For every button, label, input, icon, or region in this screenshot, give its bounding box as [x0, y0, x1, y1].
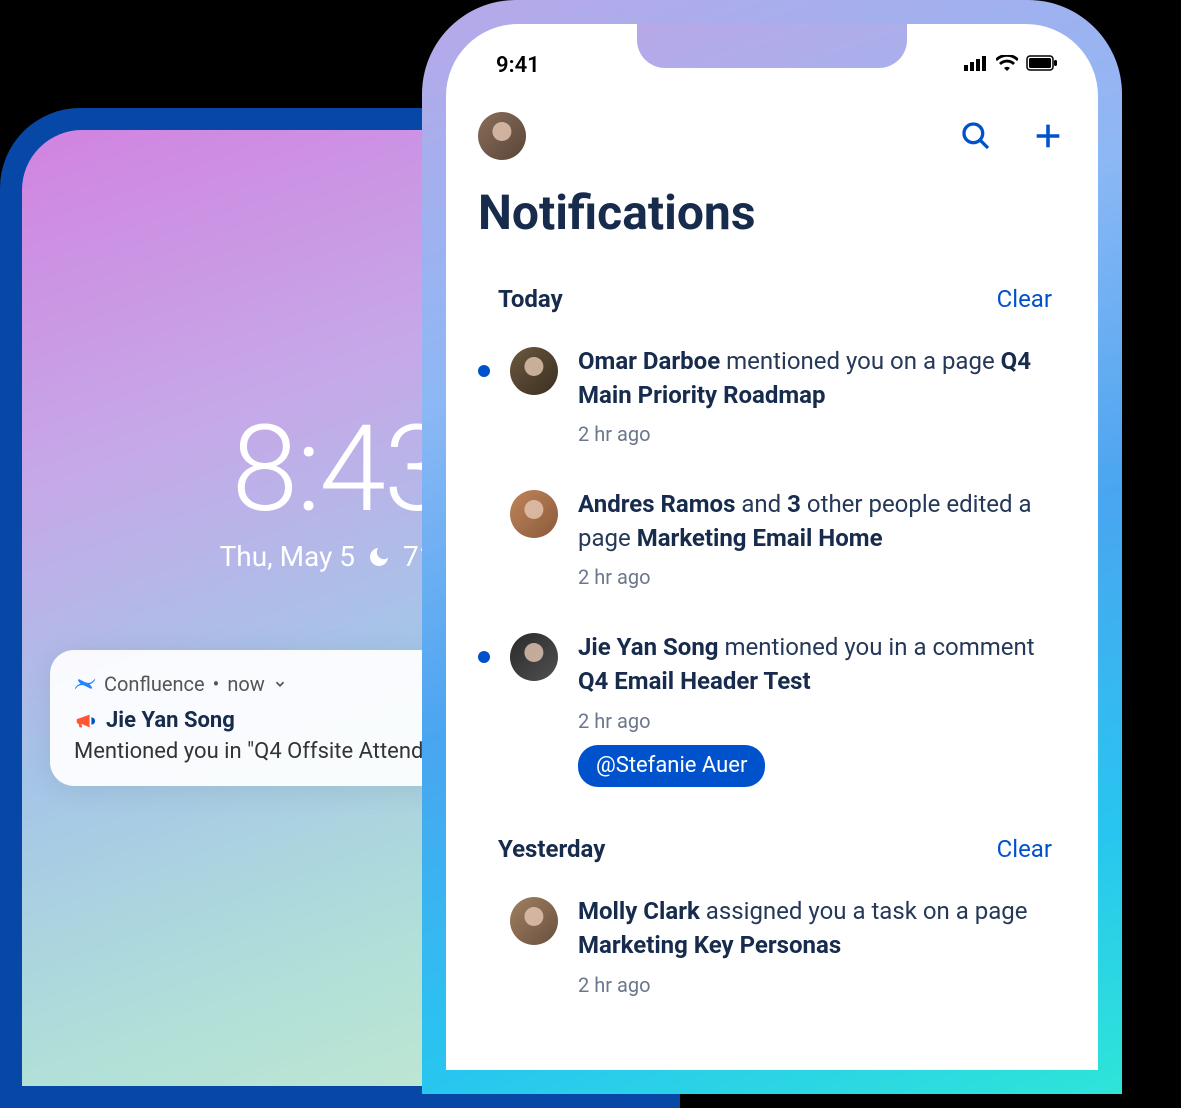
notification-item[interactable]: Molly Clark assigned you a task on a pag…: [478, 883, 1066, 1026]
section-title: Today: [498, 285, 563, 313]
notification-item[interactable]: Andres Ramos and 3 other people edited a…: [478, 476, 1066, 619]
actor-avatar[interactable]: [510, 897, 558, 945]
actor-name: Jie Yan Song: [578, 633, 719, 661]
actor-name: Andres Ramos: [578, 490, 735, 518]
section-yesterday: Yesterday Clear Molly Clark assigned you…: [446, 815, 1098, 1026]
user-avatar[interactable]: [478, 112, 526, 160]
actor-avatar[interactable]: [510, 347, 558, 395]
subject-title: Marketing Email Home: [637, 524, 883, 552]
lockscreen-date: Thu, May 5: [220, 540, 355, 573]
notification-content: Omar Darboe mentioned you on a page Q4 M…: [578, 345, 1066, 448]
status-time: 9:41: [496, 53, 540, 78]
cellular-icon: [964, 55, 988, 75]
search-button[interactable]: [958, 118, 994, 154]
lockscreen-notification-time: now: [227, 672, 264, 696]
actor-avatar[interactable]: [510, 633, 558, 681]
notifications-phone: 9:41: [422, 0, 1122, 1094]
actor-name: Omar Darboe: [578, 347, 720, 375]
section-today: Today Clear Omar Darboe mentioned you on…: [446, 265, 1098, 815]
mention-pill[interactable]: @Stefanie Auer: [578, 745, 765, 788]
lockscreen-notification-app: Confluence: [104, 672, 205, 696]
battery-icon: [1026, 55, 1058, 75]
notification-item[interactable]: Omar Darboe mentioned you on a page Q4 M…: [478, 333, 1066, 476]
unread-indicator: [478, 365, 490, 377]
app-header: [446, 84, 1098, 176]
notification-content: Molly Clark assigned you a task on a pag…: [578, 895, 1066, 998]
subject-title: Marketing Key Personas: [578, 931, 841, 959]
unread-indicator: [478, 651, 490, 663]
section-title: Yesterday: [498, 835, 605, 863]
chevron-down-icon: [273, 672, 287, 696]
notification-item[interactable]: Jie Yan Song mentioned you in a comment …: [478, 619, 1066, 815]
notification-time: 2 hr ago: [578, 707, 1066, 735]
status-icons: [964, 55, 1058, 75]
notifications-screen: 9:41: [446, 24, 1098, 1070]
confluence-icon: [74, 673, 96, 695]
moon-icon: [367, 545, 391, 569]
subject-title: Q4 Email Header Test: [578, 667, 811, 695]
actor-name: Molly Clark: [578, 897, 700, 925]
clear-button[interactable]: Clear: [997, 285, 1052, 313]
megaphone-icon: [74, 710, 96, 732]
notification-content: Jie Yan Song mentioned you in a comment …: [578, 631, 1066, 787]
notification-time: 2 hr ago: [578, 563, 1066, 591]
clear-button[interactable]: Clear: [997, 835, 1052, 863]
page-title: Notifications: [446, 176, 1098, 265]
notification-time: 2 hr ago: [578, 971, 1066, 999]
add-button[interactable]: [1030, 118, 1066, 154]
wifi-icon: [996, 55, 1018, 75]
lockscreen-notification-person: Jie Yan Song: [106, 708, 235, 733]
notification-content: Andres Ramos and 3 other people edited a…: [578, 488, 1066, 591]
phone-notch: [637, 24, 907, 68]
actor-avatar[interactable]: [510, 490, 558, 538]
notification-time: 2 hr ago: [578, 420, 1066, 448]
